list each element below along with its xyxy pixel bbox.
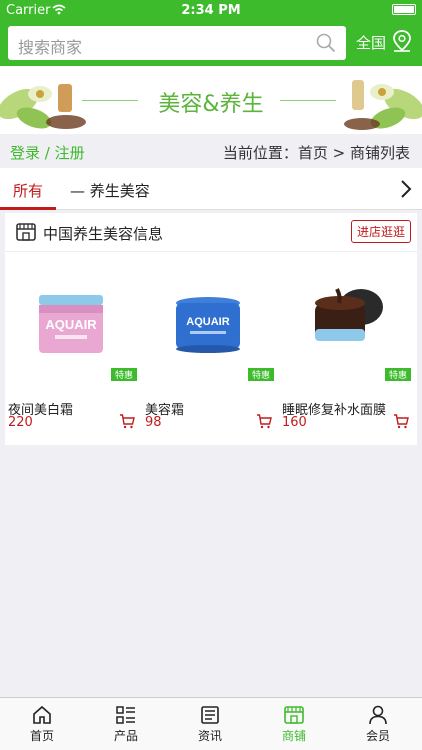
home-icon <box>33 705 51 724</box>
discount-tag: 特惠 <box>247 368 274 381</box>
tab-beauty-health[interactable]: — 养生美容 <box>70 180 150 201</box>
tab-home-label: 首页 <box>29 729 54 743</box>
shop-title: 中国养生美容信息 <box>43 225 164 243</box>
enter-shop-button[interactable]: 进店逛逛 <box>350 220 411 243</box>
product-card[interactable]: AQUAIR 特惠 美容霜 98 <box>142 263 274 433</box>
tab-stores-label: 商铺 <box>281 729 306 743</box>
product-card[interactable]: 特惠 睡眠修复补水面膜 160 <box>279 263 411 433</box>
product-price: 160 <box>282 415 307 430</box>
banner-rule-right <box>280 100 336 101</box>
tab-products[interactable]: 产品 <box>84 704 168 744</box>
chevron-right-icon[interactable] <box>400 179 412 199</box>
tab-news-label: 资讯 <box>197 729 222 743</box>
cart-icon[interactable] <box>119 413 135 429</box>
product-price: 220 <box>8 415 33 430</box>
category-banner: 美容&养生 <box>0 66 422 134</box>
header: 搜索商家 全国 <box>0 20 422 66</box>
search-input[interactable]: 搜索商家 <box>8 26 346 60</box>
product-card[interactable]: AQUAIR 特惠 夜间美白霜 220 <box>5 263 137 433</box>
tab-news[interactable]: 资讯 <box>168 704 252 744</box>
user-icon <box>369 705 387 725</box>
product-image[interactable]: AQUAIR 特惠 <box>5 263 137 381</box>
cart-icon[interactable] <box>256 413 272 429</box>
tab-member[interactable]: 会员 <box>336 704 420 744</box>
store-icon <box>284 706 304 724</box>
search-icon[interactable] <box>316 33 336 53</box>
breadcrumb: 当前位置：首页 > 商铺列表 <box>222 144 410 162</box>
location-pin-icon[interactable] <box>392 29 412 53</box>
category-tabs: 所有 — 养生美容 <box>0 168 422 210</box>
location-bar: 登录 / 注册 当前位置：首页 > 商铺列表 <box>0 134 422 168</box>
clock: 2:34 PM <box>181 3 241 18</box>
shop-panel: 中国养生美容信息 进店逛逛 AQUAIR 特惠 夜间美白霜 220 AQUAIR… <box>5 213 417 445</box>
battery-icon <box>392 4 416 15</box>
flower-decoration-right <box>344 80 422 130</box>
cream-jar-pink-image: AQUAIR <box>39 295 103 353</box>
search-placeholder: 搜索商家 <box>18 38 83 57</box>
login-register-link[interactable]: 登录 / 注册 <box>10 142 85 163</box>
discount-tag: 特惠 <box>110 368 137 381</box>
tab-products-label: 产品 <box>113 729 138 743</box>
cream-jar-blue-image: AQUAIR <box>176 297 240 353</box>
tab-member-label: 会员 <box>365 729 390 743</box>
tab-stores[interactable]: 商铺 <box>252 704 336 744</box>
shop-icon <box>16 223 36 241</box>
product-brand-text: AQUAIR <box>186 316 229 328</box>
cart-icon[interactable] <box>393 413 409 429</box>
discount-tag: 特惠 <box>384 368 411 381</box>
bottom-tab-bar: 首页 产品 资讯 商铺 会员 <box>0 697 422 750</box>
tab-home[interactable]: 首页 <box>0 704 84 744</box>
product-image[interactable]: 特惠 <box>279 263 411 381</box>
mask-jar-image <box>315 288 383 341</box>
product-image[interactable]: AQUAIR 特惠 <box>142 263 274 381</box>
product-brand-text: AQUAIR <box>45 317 97 332</box>
tab-all[interactable]: 所有 <box>0 168 56 210</box>
list-icon <box>116 706 135 724</box>
news-icon <box>201 706 219 724</box>
divider <box>5 251 417 252</box>
product-price: 98 <box>145 415 162 430</box>
region-selector[interactable]: 全国 <box>356 32 386 53</box>
status-bar: Carrier 2:34 PM <box>0 0 422 20</box>
